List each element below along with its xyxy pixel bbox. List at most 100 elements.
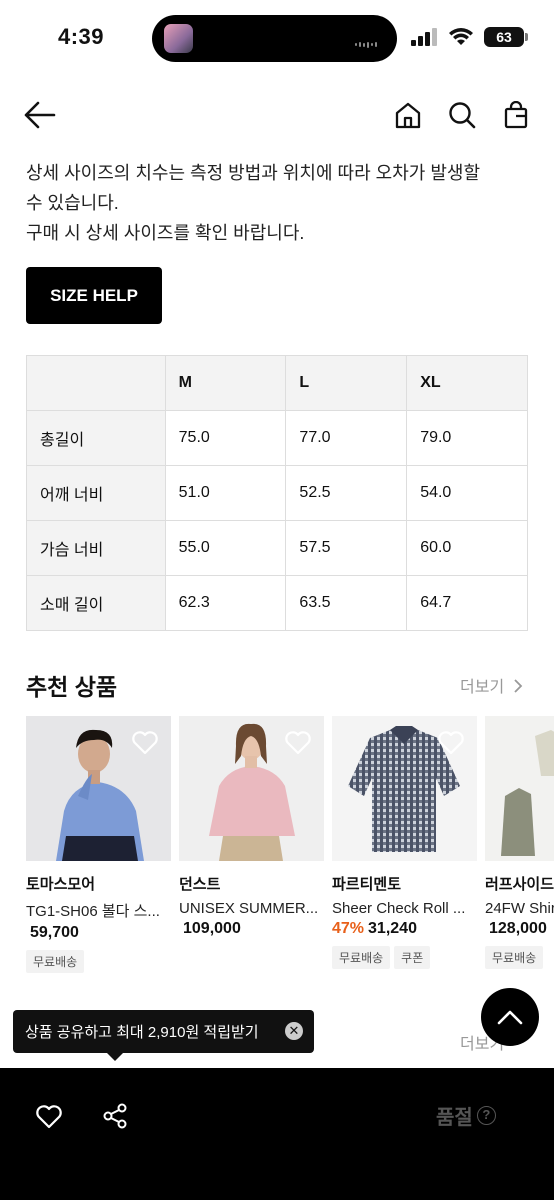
help-question-icon[interactable]: ? bbox=[476, 1106, 496, 1125]
back-button[interactable] bbox=[22, 97, 58, 133]
size-column-header: XL bbox=[406, 355, 528, 411]
product-card[interactable]: 러프사이드 24FW Shirt 128,000 무료배송 bbox=[485, 716, 554, 969]
product-image bbox=[26, 716, 171, 861]
wishlist-heart-icon[interactable] bbox=[284, 730, 312, 755]
size-column-header: M bbox=[164, 355, 287, 411]
shopping-bag-icon bbox=[504, 101, 528, 129]
cart-button[interactable] bbox=[498, 97, 534, 133]
tag-badge: 무료배송 bbox=[485, 946, 544, 969]
recommended-more-link[interactable]: 더보기 bbox=[460, 673, 523, 697]
product-image bbox=[179, 716, 324, 861]
product-tags: 무료배송 bbox=[26, 950, 171, 973]
wishlist-heart-icon[interactable] bbox=[437, 730, 465, 755]
product-price: 109,000 bbox=[183, 920, 241, 937]
share-icon bbox=[103, 1103, 127, 1129]
wifi-icon bbox=[449, 28, 473, 45]
measure-value: 54.0 bbox=[406, 465, 528, 521]
product-card[interactable]: 던스트 UNISEX SUMMER... 109,000 bbox=[179, 716, 324, 938]
search-icon bbox=[449, 102, 476, 129]
notice-line: 수 있습니다. bbox=[26, 193, 119, 213]
olive-shirt-image bbox=[485, 716, 554, 861]
table-row: 소매 길이 62.3 63.5 64.7 bbox=[26, 575, 528, 631]
measure-value: 51.0 bbox=[164, 465, 287, 521]
measure-value: 75.0 bbox=[164, 410, 287, 466]
home-icon bbox=[395, 102, 421, 129]
measure-value: 57.5 bbox=[285, 520, 408, 576]
tooltip-arrow bbox=[107, 1053, 123, 1061]
tag-badge: 쿠폰 bbox=[394, 946, 431, 969]
product-name: UNISEX SUMMER... bbox=[179, 900, 319, 917]
chevron-right-icon bbox=[513, 679, 522, 693]
wishlist-heart-icon[interactable] bbox=[131, 730, 159, 755]
measure-label: 어깨 너비 bbox=[26, 465, 166, 521]
tag-badge: 무료배송 bbox=[332, 946, 391, 969]
product-card[interactable]: 토마스모어 TG1-SH06 볼다 스... 59,700 무료배송 bbox=[26, 716, 171, 973]
measure-value: 77.0 bbox=[285, 410, 408, 466]
product-brand: 파르티멘토 bbox=[332, 876, 402, 893]
product-brand: 러프사이드 bbox=[485, 876, 554, 893]
recommended-carousel[interactable]: 토마스모어 TG1-SH06 볼다 스... 59,700 무료배송 던스트 U… bbox=[26, 716, 554, 976]
table-row: 총길이 75.0 77.0 79.0 bbox=[26, 410, 528, 466]
product-image bbox=[485, 716, 554, 861]
product-price-row: 47% 31,240 bbox=[332, 920, 477, 938]
more-link-label: 더보기 bbox=[460, 679, 505, 696]
measure-value: 63.5 bbox=[285, 575, 408, 631]
cellular-signal-icon bbox=[411, 28, 437, 46]
soldout-label: 품절 bbox=[436, 1107, 473, 1129]
product-name: Sheer Check Roll ... bbox=[332, 900, 466, 917]
measure-value: 52.5 bbox=[285, 465, 408, 521]
measure-value: 64.7 bbox=[406, 575, 528, 631]
size-table: M L XL 총길이 75.0 77.0 79.0 어깨 너비 51.0 52.… bbox=[26, 355, 528, 631]
home-button[interactable] bbox=[390, 97, 426, 133]
table-row: 가슴 너비 55.0 57.5 60.0 bbox=[26, 520, 528, 576]
product-brand: 토마스모어 bbox=[26, 876, 96, 893]
measure-value: 62.3 bbox=[164, 575, 287, 631]
product-brand: 던스트 bbox=[179, 876, 221, 893]
share-reward-tooltip: 상품 공유하고 최대 2,910원 적립받기 bbox=[13, 1010, 314, 1053]
table-row: 어깨 너비 51.0 52.5 54.0 bbox=[26, 465, 528, 521]
product-card[interactable]: 파르티멘토 Sheer Check Roll ... 47% 31,240 무료배… bbox=[332, 716, 477, 969]
measure-label: 소매 길이 bbox=[26, 575, 166, 631]
status-bar: 4:39 63 bbox=[0, 0, 554, 80]
audio-wave-icon bbox=[355, 36, 381, 48]
size-column-header: L bbox=[285, 355, 408, 411]
share-button[interactable] bbox=[95, 1096, 135, 1136]
battery-indicator: 63 bbox=[484, 27, 524, 47]
recommended-title: 추천 상품 bbox=[26, 674, 118, 700]
scroll-to-top-button[interactable] bbox=[481, 988, 539, 1046]
now-playing-thumbnail bbox=[164, 24, 193, 53]
notice-line: 상세 사이즈의 치수는 측정 방법과 위치에 따라 오차가 발생할 bbox=[26, 163, 481, 183]
product-image bbox=[332, 716, 477, 861]
product-price: 59,700 bbox=[30, 924, 79, 941]
wishlist-button[interactable] bbox=[29, 1096, 69, 1136]
top-navigation bbox=[0, 95, 554, 137]
product-price-row: 59,700 bbox=[26, 924, 171, 942]
soldout-status: 품절 ? bbox=[436, 1101, 496, 1130]
product-tags: 무료배송 쿠폰 bbox=[332, 946, 477, 969]
discount-rate: 47% bbox=[332, 920, 365, 937]
tag-badge: 무료배송 bbox=[26, 950, 85, 973]
table-corner-cell bbox=[26, 355, 166, 411]
measure-value: 55.0 bbox=[164, 520, 287, 576]
measure-label: 가슴 너비 bbox=[26, 520, 166, 576]
size-help-button[interactable]: SIZE HELP bbox=[26, 267, 162, 324]
arrow-left-icon bbox=[24, 101, 56, 129]
product-price-row: 109,000 bbox=[179, 920, 324, 938]
tooltip-close-icon[interactable]: ✕ bbox=[285, 1022, 303, 1040]
battery-tip bbox=[525, 33, 528, 41]
tooltip-text: 상품 공유하고 최대 2,910원 적립받기 bbox=[25, 1024, 259, 1041]
size-table-header-row: M L XL bbox=[26, 355, 528, 411]
product-price: 128,000 bbox=[489, 920, 547, 937]
notice-line: 구매 시 상세 사이즈를 확인 바랍니다. bbox=[26, 223, 305, 243]
heart-icon bbox=[36, 1104, 62, 1128]
product-price-row: 128,000 bbox=[485, 920, 554, 938]
chevron-up-icon bbox=[497, 1010, 523, 1025]
size-notice: 상세 사이즈의 치수는 측정 방법과 위치에 따라 오차가 발생할 수 있습니다… bbox=[26, 158, 526, 248]
product-name: TG1-SH06 볼다 스... bbox=[26, 903, 160, 920]
dynamic-island bbox=[152, 15, 397, 62]
measure-value: 79.0 bbox=[406, 410, 528, 466]
measure-value: 60.0 bbox=[406, 520, 528, 576]
measure-label: 총길이 bbox=[26, 410, 166, 466]
search-button[interactable] bbox=[444, 97, 480, 133]
status-time: 4:39 bbox=[58, 24, 105, 49]
